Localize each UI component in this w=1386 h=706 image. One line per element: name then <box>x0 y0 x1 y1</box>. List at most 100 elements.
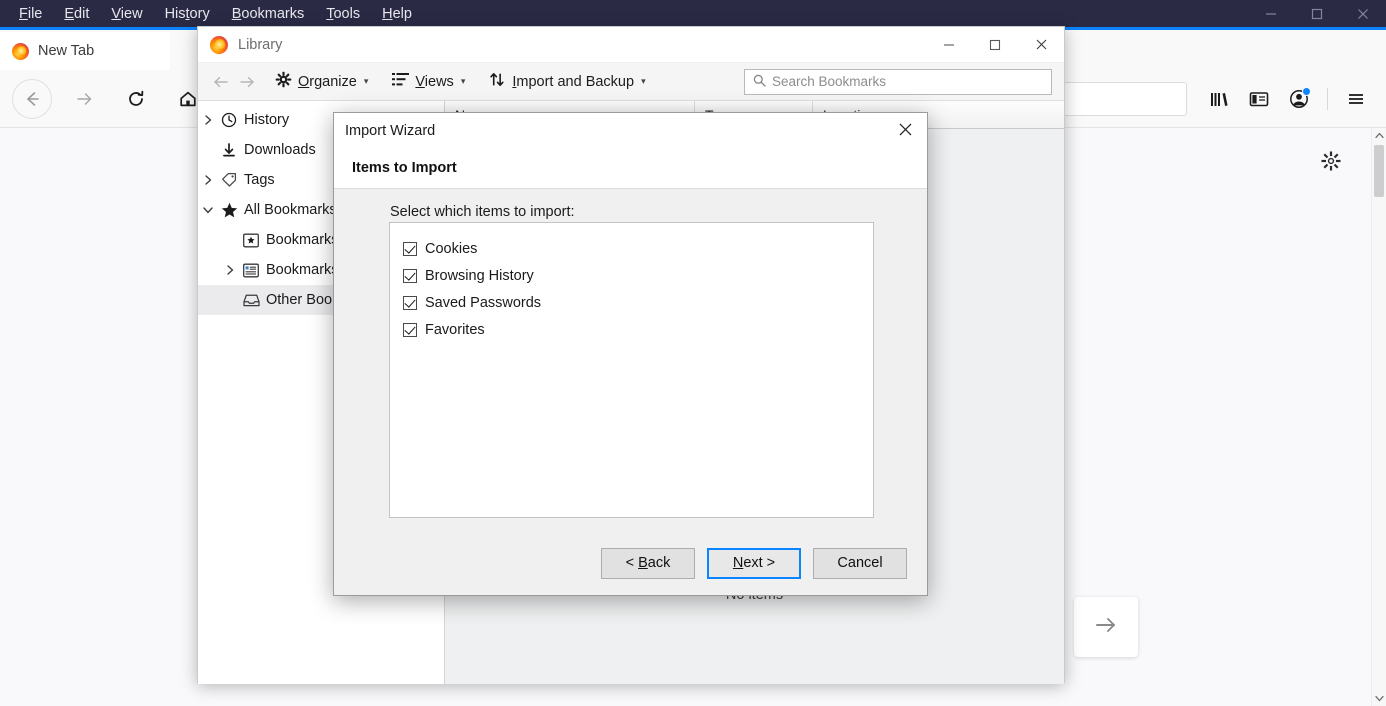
library-back-button[interactable] <box>208 75 234 89</box>
star-icon <box>218 202 240 219</box>
chevron-down-icon: ▾ <box>641 76 646 87</box>
scrollbar-thumb[interactable] <box>1374 145 1384 197</box>
import-item-saved-passwords[interactable]: Saved Passwords <box>403 289 873 316</box>
download-icon <box>218 142 240 158</box>
search-icon <box>753 74 766 90</box>
gear-icon <box>275 71 292 92</box>
library-toolbar: Organize ▾ Views ▾ Import and Backup ▾ <box>198 63 1064 101</box>
empty-items-message: No items <box>726 587 783 684</box>
menu-view-label: View <box>111 6 142 22</box>
chevron-right-icon[interactable] <box>198 115 218 125</box>
chevron-down-icon: ▾ <box>364 76 369 87</box>
scrollbar-up-arrow-icon[interactable] <box>1372 128 1386 143</box>
tree-item-label: All Bookmarks <box>244 202 337 218</box>
menu-edit[interactable]: Edit <box>53 3 100 25</box>
search-placeholder: Search Bookmarks <box>772 74 886 89</box>
library-icon[interactable] <box>1199 79 1239 119</box>
toolbar-right-buttons <box>1199 79 1386 119</box>
menu-file-label: File <box>19 6 42 22</box>
menu-tools-label: Tools <box>326 6 360 22</box>
menu-edit-label: Edit <box>64 6 89 22</box>
wizard-header: Import Wizard Items to Import <box>334 113 927 189</box>
cancel-button[interactable]: Cancel <box>813 548 907 579</box>
checkbox-checked-icon[interactable] <box>403 323 417 337</box>
browser-maximize-button[interactable] <box>1294 0 1340 27</box>
wizard-prompt: Select which items to import: <box>390 204 575 220</box>
views-label: Views <box>415 74 453 90</box>
sidebar-icon[interactable] <box>1239 79 1279 119</box>
import-item-favorites[interactable]: Favorites <box>403 316 873 343</box>
next-button[interactable]: Next > <box>707 548 801 579</box>
menu-file[interactable]: File <box>8 3 53 25</box>
menu-help-label: Help <box>382 6 412 22</box>
tree-item-label: Tags <box>244 172 275 188</box>
import-item-cookies[interactable]: Cookies <box>403 235 873 262</box>
chevron-down-icon[interactable] <box>198 206 218 215</box>
import-items-listbox[interactable]: Cookies Browsing History Saved Passwords Fa… <box>389 222 874 518</box>
bookmark-menu-icon <box>240 263 262 278</box>
hamburger-menu-icon[interactable] <box>1336 79 1376 119</box>
tab-new-tab[interactable]: New Tab <box>0 32 170 70</box>
bookmark-toolbar-icon <box>240 233 262 248</box>
menu-help[interactable]: Help <box>371 3 423 25</box>
library-forward-button[interactable] <box>234 75 260 89</box>
library-title: Library <box>238 37 282 53</box>
checkbox-checked-icon[interactable] <box>403 269 417 283</box>
clock-icon <box>218 112 240 128</box>
firefox-logo-icon <box>12 43 29 60</box>
browser-window-controls <box>1248 0 1386 27</box>
checkbox-checked-icon[interactable] <box>403 296 417 310</box>
chevron-right-icon[interactable] <box>198 175 218 185</box>
menu-history-label: History <box>165 6 210 22</box>
back-button[interactable]: < Back <box>601 548 695 579</box>
chevron-down-icon: ▾ <box>461 76 466 87</box>
menu-history[interactable]: History <box>154 3 221 25</box>
menu-tools[interactable]: Tools <box>315 3 371 25</box>
wizard-button-row: < Back Next > Cancel <box>334 531 927 595</box>
list-view-icon <box>392 72 409 91</box>
library-minimize-button[interactable] <box>926 27 972 63</box>
next-page-card-button[interactable] <box>1074 597 1138 657</box>
import-export-arrows-icon <box>489 71 506 92</box>
library-close-button[interactable] <box>1018 27 1064 63</box>
arrow-right-icon <box>1093 615 1119 640</box>
page-scrollbar[interactable] <box>1371 128 1386 706</box>
account-icon[interactable] <box>1279 79 1319 119</box>
menu-bookmarks[interactable]: Bookmarks <box>221 3 316 25</box>
import-item-label: Saved Passwords <box>425 295 541 311</box>
menu-bookmarks-label: Bookmarks <box>232 6 305 22</box>
wizard-close-button[interactable] <box>887 117 923 147</box>
import-item-label: Cookies <box>425 241 477 257</box>
import-and-backup-button[interactable]: Import and Backup ▾ <box>480 68 654 95</box>
wizard-title: Import Wizard <box>345 123 435 139</box>
toolbar-divider <box>1327 88 1328 110</box>
import-wizard-dialog: Import Wizard Items to Import Select whi… <box>333 112 928 596</box>
other-bookmarks-icon <box>240 293 262 308</box>
scrollbar-down-arrow-icon[interactable] <box>1372 691 1386 706</box>
tag-icon <box>218 172 240 188</box>
library-window-controls <box>926 27 1064 63</box>
chevron-right-icon[interactable] <box>220 265 240 275</box>
wizard-heading: Items to Import <box>352 160 457 176</box>
browser-menu-bar: File Edit View History Bookmarks Tools H… <box>0 0 1386 27</box>
views-button[interactable]: Views ▾ <box>383 69 474 94</box>
browser-close-button[interactable] <box>1340 0 1386 27</box>
cancel-button-label: Cancel <box>837 555 882 571</box>
back-button-label: < Back <box>626 555 671 571</box>
import-item-label: Favorites <box>425 322 485 338</box>
library-title-bar: Library <box>198 27 1064 63</box>
tree-item-label: History <box>244 112 289 128</box>
gear-icon[interactable] <box>1320 150 1342 177</box>
checkbox-checked-icon[interactable] <box>403 242 417 256</box>
search-bookmarks-input[interactable]: Search Bookmarks <box>744 69 1052 95</box>
back-arrow-icon[interactable] <box>12 79 52 119</box>
organize-button[interactable]: Organize ▾ <box>266 68 377 95</box>
account-notification-badge <box>1302 87 1311 96</box>
import-item-browsing-history[interactable]: Browsing History <box>403 262 873 289</box>
browser-minimize-button[interactable] <box>1248 0 1294 27</box>
menu-view[interactable]: View <box>100 3 153 25</box>
library-maximize-button[interactable] <box>972 27 1018 63</box>
close-icon <box>898 122 913 142</box>
reload-icon[interactable] <box>116 79 156 119</box>
forward-arrow-icon[interactable] <box>64 79 104 119</box>
